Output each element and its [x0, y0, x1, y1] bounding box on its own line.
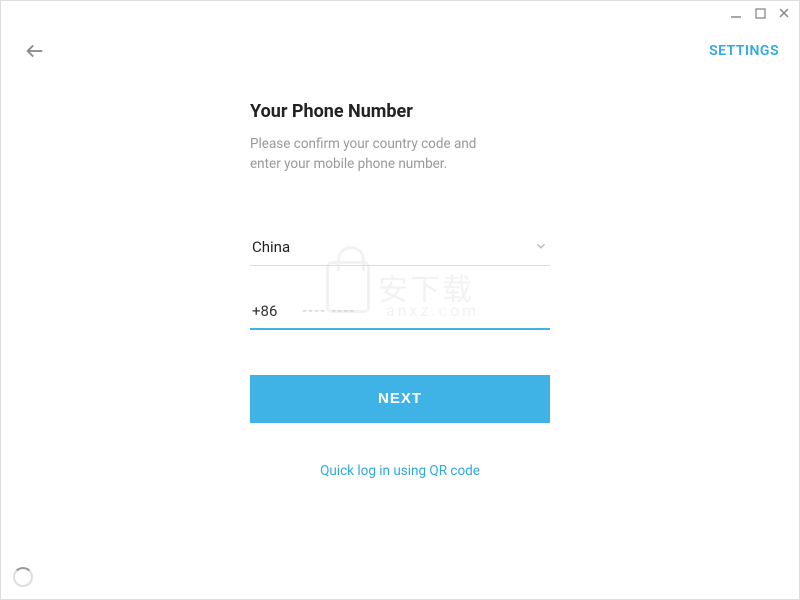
minimize-button[interactable] — [729, 6, 743, 20]
qr-login-link[interactable]: Quick log in using QR code — [250, 463, 550, 479]
country-select[interactable]: China — [250, 230, 550, 266]
loading-spinner-icon — [13, 567, 33, 587]
maximize-button[interactable] — [753, 6, 767, 20]
page-title: Your Phone Number — [250, 101, 550, 122]
chevron-down-icon — [534, 238, 548, 257]
settings-link[interactable]: SETTINGS — [709, 43, 779, 59]
phone-row: +86 — [250, 294, 550, 330]
login-form: Your Phone Number Please confirm your co… — [250, 101, 550, 479]
close-button[interactable] — [777, 6, 791, 20]
window-titlebar — [729, 1, 799, 25]
country-code: +86 — [252, 302, 302, 320]
next-button[interactable]: NEXT — [250, 375, 550, 423]
page-subtitle: Please confirm your country code and ent… — [250, 134, 550, 175]
back-button[interactable] — [21, 37, 49, 65]
top-bar: SETTINGS — [1, 31, 799, 71]
phone-input[interactable] — [302, 302, 548, 319]
country-name: China — [252, 238, 290, 256]
